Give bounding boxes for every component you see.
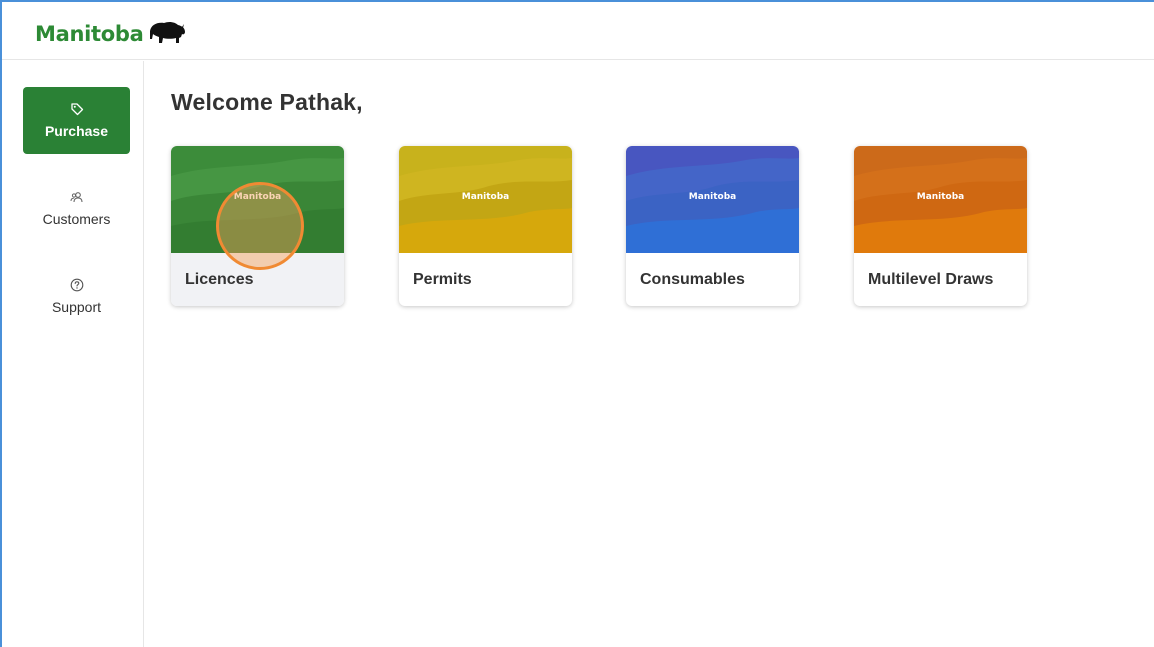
card-label: Permits: [413, 270, 472, 288]
users-icon: [70, 192, 83, 203]
card-consumables[interactable]: Manitoba Consumables: [626, 146, 799, 306]
card-label: Multilevel Draws: [868, 270, 994, 288]
main-content: Welcome Pathak, Manitoba Licences Manito…: [145, 61, 1154, 647]
card-logo: Manitoba: [688, 192, 737, 202]
app-header: Manitoba: [2, 2, 1154, 60]
sidebar-item-label: Support: [51, 299, 102, 315]
bison-icon: [149, 21, 185, 43]
sidebar-item-customers[interactable]: Customers: [23, 175, 130, 242]
card-logo: Manitoba: [916, 192, 965, 202]
help-circle-icon: [70, 278, 83, 292]
tag-icon: [70, 103, 83, 116]
card-banner: Manitoba: [399, 146, 572, 253]
manitoba-logo[interactable]: Manitoba: [35, 21, 187, 46]
logo-text: Manitoba: [35, 21, 144, 46]
card-banner: Manitoba: [854, 146, 1027, 253]
sidebar-item-support[interactable]: Support: [23, 263, 130, 330]
card-permits[interactable]: Manitoba Permits: [399, 146, 572, 306]
card-banner: Manitoba: [171, 146, 344, 253]
sidebar-item-purchase[interactable]: Purchase: [23, 87, 130, 154]
card-logo: Manitoba: [461, 192, 510, 202]
card-label: Consumables: [640, 270, 745, 288]
card-multilevel-draws[interactable]: Manitoba Multilevel Draws: [854, 146, 1027, 306]
page-title: Welcome Pathak,: [171, 89, 363, 115]
sidebar-item-label: Purchase: [44, 123, 109, 139]
sidebar-item-label: Customers: [42, 211, 111, 227]
card-label: Licences: [171, 253, 344, 306]
card-banner: Manitoba: [626, 146, 799, 253]
card-licences[interactable]: Manitoba Licences: [171, 146, 344, 306]
card-logo: Manitoba: [233, 192, 282, 202]
sidebar: Purchase Customers Support: [2, 61, 144, 647]
